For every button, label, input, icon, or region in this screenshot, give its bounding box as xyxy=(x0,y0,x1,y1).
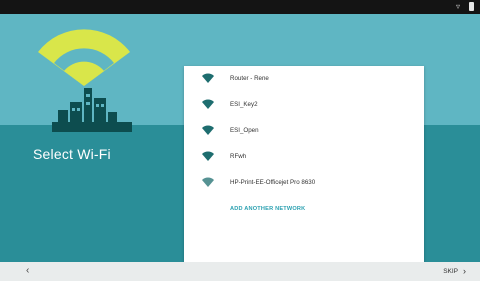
network-item[interactable]: Router - Rene xyxy=(184,66,424,90)
wifi-status-icon: ▿ xyxy=(456,2,461,11)
network-item[interactable]: RFwh xyxy=(184,144,424,168)
wifi-open-icon xyxy=(202,125,214,135)
wifi-city-illustration-icon xyxy=(38,29,132,132)
network-name: RFwh xyxy=(230,152,247,160)
back-button[interactable]: ‹ xyxy=(26,265,29,276)
skip-label: SKIP xyxy=(443,267,458,275)
network-item[interactable]: ESI_Key2 xyxy=(184,92,424,116)
add-another-network-button[interactable]: ADD ANOTHER NETWORK xyxy=(230,206,305,212)
network-item[interactable]: HP-Print-EE-Officejet Pro 8630 xyxy=(184,170,424,194)
wifi-secured-icon xyxy=(202,73,214,83)
wifi-secured-icon xyxy=(202,177,214,187)
status-bar: ▿ xyxy=(0,0,480,14)
bottom-navigation-bar: ‹ SKIP › xyxy=(0,262,480,281)
network-list-card: Router - Rene ESI_Key2 ESI_Open RFwh HP-… xyxy=(184,66,424,262)
network-name: ESI_Open xyxy=(230,126,259,134)
page-title: Select Wi-Fi xyxy=(33,146,111,162)
skip-button[interactable]: SKIP › xyxy=(443,266,466,276)
network-name: Router - Rene xyxy=(230,74,269,82)
wifi-secured-icon xyxy=(202,151,214,161)
network-item[interactable]: ESI_Open xyxy=(184,118,424,142)
status-icons: ▿ xyxy=(456,2,474,11)
network-name: HP-Print-EE-Officejet Pro 8630 xyxy=(230,178,316,186)
network-name: ESI_Key2 xyxy=(230,100,258,108)
wifi-secured-icon xyxy=(202,99,214,109)
chevron-right-icon: › xyxy=(463,266,466,276)
battery-icon xyxy=(469,2,474,11)
